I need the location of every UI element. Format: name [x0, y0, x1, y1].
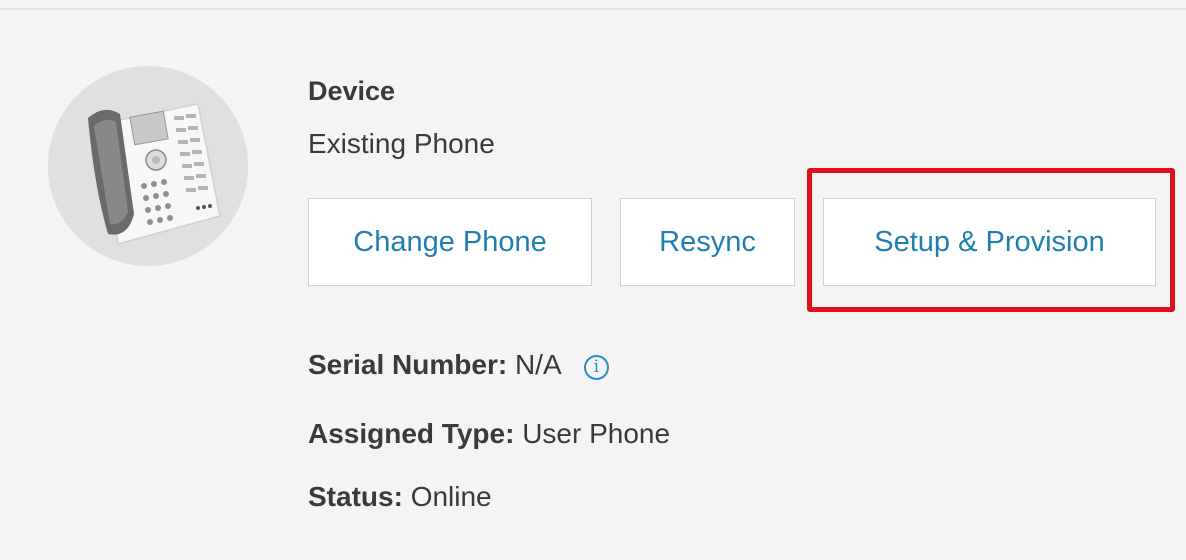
assigned-type-row: Assigned Type: User Phone: [308, 418, 670, 450]
info-icon[interactable]: i: [583, 355, 609, 380]
status-row: Status: Online: [308, 481, 492, 513]
device-title: Device: [308, 76, 396, 106]
setup-provision-button[interactable]: Setup & Provision: [823, 198, 1156, 286]
serial-number-label: Serial Number:: [308, 349, 515, 380]
status-label: Status:: [308, 481, 411, 512]
resync-button[interactable]: Resync: [620, 198, 795, 286]
device-avatar: [48, 66, 248, 266]
top-divider: [0, 0, 1186, 10]
assigned-type-label: Assigned Type:: [308, 418, 523, 449]
desk-phone-icon: [88, 103, 221, 245]
serial-number-value: N/A: [514, 349, 561, 380]
serial-number-row: Serial Number: N/A i: [308, 349, 609, 381]
status-value: Online: [410, 481, 492, 512]
change-phone-button[interactable]: Change Phone: [308, 198, 592, 286]
device-subtitle: Existing Phone: [308, 128, 495, 159]
assigned-type-value: User Phone: [522, 418, 671, 449]
